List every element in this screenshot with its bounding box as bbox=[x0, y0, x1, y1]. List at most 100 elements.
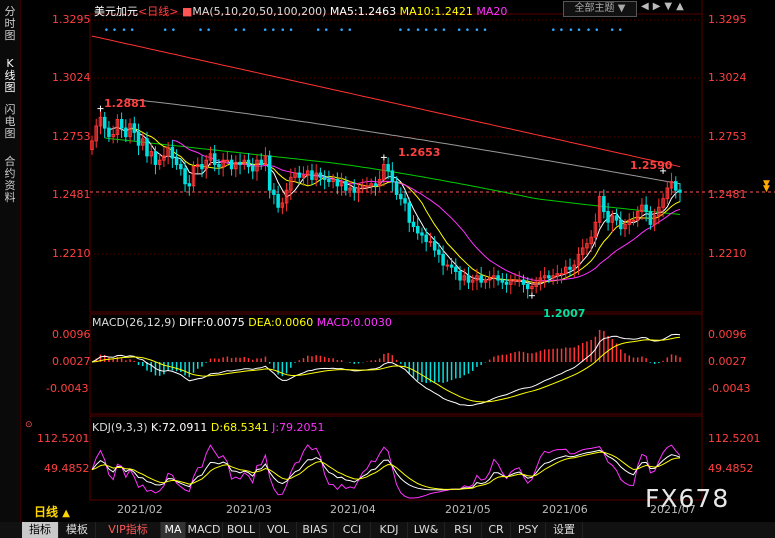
macd-panel-border bbox=[89, 313, 703, 415]
candle-body bbox=[674, 181, 678, 191]
theme-select[interactable]: 全部主题 ▼ bbox=[563, 1, 637, 17]
toolbar-tab-kdj[interactable]: KDJ bbox=[371, 522, 408, 538]
arrow-left-icon[interactable]: ◀ bbox=[641, 1, 653, 12]
candle-body bbox=[124, 127, 128, 138]
candle-body bbox=[496, 275, 500, 281]
candle-body bbox=[259, 159, 263, 165]
toolbar-tab-macd[interactable]: MACD bbox=[186, 522, 223, 538]
toolbar-tab-cr[interactable]: CR bbox=[482, 522, 511, 538]
macd-diff: DIFF:0.0075 bbox=[179, 316, 245, 329]
candle-body bbox=[225, 159, 230, 162]
candle-body bbox=[678, 189, 682, 193]
candle-body bbox=[631, 219, 636, 222]
kdj-axis-left: 112.5201 bbox=[37, 432, 90, 445]
price-axis-right-label: 1.2753 bbox=[708, 130, 747, 143]
toolbar-tab-vol[interactable]: VOL bbox=[260, 522, 297, 538]
candle-body bbox=[428, 241, 433, 244]
ma10-value: MA10:1.2421 bbox=[399, 5, 473, 18]
x-axis-date: 2021/02 bbox=[117, 503, 163, 516]
candle-body bbox=[500, 279, 505, 283]
candle-body bbox=[229, 159, 234, 170]
toolbar-tab-lw[interactable]: LW& bbox=[408, 522, 445, 538]
price-annotations: • • • • • • • • • • • • • • • • • • • • • • • • • • •… bbox=[97, 26, 667, 299]
candle-body bbox=[183, 168, 187, 185]
signal-dot: • • bbox=[568, 26, 581, 36]
candle-body bbox=[454, 266, 458, 272]
arrow-down-icon[interactable]: ▼ bbox=[664, 1, 676, 12]
toolbar-tab-indicator[interactable]: 指标 bbox=[22, 522, 59, 538]
moving-average-lines bbox=[91, 35, 681, 285]
candle-body bbox=[200, 163, 204, 170]
candle-body bbox=[449, 264, 454, 268]
high-annotation: 1.2653 bbox=[398, 146, 441, 159]
macd-axis-left: 0.0096 bbox=[52, 328, 91, 341]
macd-axis-left: -0.0043 bbox=[46, 382, 89, 395]
candle-body bbox=[132, 123, 137, 133]
x-axis-date: 2021/05 bbox=[445, 503, 491, 516]
candle-body bbox=[187, 183, 192, 187]
toolbar-tab-ma[interactable]: MA bbox=[161, 522, 186, 538]
x-axis-date: 2021/04 bbox=[330, 503, 376, 516]
signal-dot: • • bbox=[121, 26, 134, 36]
candle-body bbox=[504, 281, 509, 285]
candle-body bbox=[107, 127, 111, 138]
signal-dot: • • bbox=[398, 26, 411, 36]
macd-panel bbox=[91, 329, 681, 407]
toolbar-tab-boll[interactable]: BOLL bbox=[223, 522, 260, 538]
toolbar-tab-template[interactable]: 模板 bbox=[59, 522, 96, 538]
price-axis-left-label: 1.3295 bbox=[52, 13, 91, 26]
period-switch[interactable]: 日线 ▲ bbox=[34, 503, 70, 520]
kdj-settings-icon[interactable]: ⊙ bbox=[25, 420, 33, 430]
arrow-right-icon[interactable]: ▶ bbox=[653, 1, 665, 12]
signal-dot: • • bbox=[457, 26, 470, 36]
x-axis-date: 2021/06 bbox=[542, 503, 588, 516]
candle-body bbox=[246, 159, 251, 168]
toolbar-tab-cci[interactable]: CCI bbox=[334, 522, 371, 538]
toolbar-tab-settings[interactable]: 设置 bbox=[546, 522, 583, 538]
candle-body bbox=[445, 264, 450, 267]
candle-body bbox=[327, 178, 331, 183]
chart-header: 美元加元<日线> ■MA(5,10,20,50,100,200) MA5:1.2… bbox=[94, 3, 507, 19]
kdj-k-line bbox=[91, 449, 681, 491]
candle-body bbox=[272, 189, 276, 195]
kdj-j-line bbox=[91, 444, 681, 499]
price-axis-left-label: 1.2753 bbox=[52, 130, 91, 143]
arrow-up-icon[interactable]: ▲ bbox=[676, 1, 688, 12]
window-controls: ◀▶▼▲ bbox=[641, 1, 688, 12]
candle-body bbox=[648, 211, 653, 225]
kdj-d-line bbox=[91, 451, 681, 490]
signal-dot: • • bbox=[415, 26, 428, 36]
candle-body bbox=[276, 193, 280, 208]
candle-body bbox=[568, 266, 572, 270]
candle-body bbox=[420, 232, 424, 236]
candle-body bbox=[352, 187, 357, 193]
signal-dot: • • bbox=[586, 26, 599, 36]
toolbar-tab-rsi[interactable]: RSI bbox=[445, 522, 482, 538]
candle-body bbox=[441, 253, 445, 266]
period-label[interactable]: <日线> bbox=[138, 5, 178, 18]
macd-header: MACD(26,12,9) DIFF:0.0075 DEA:0.0060 MAC… bbox=[92, 316, 392, 329]
chevron-down-icon: ▼ bbox=[617, 3, 626, 14]
candle-body bbox=[619, 219, 623, 230]
toolbar-tab-bias[interactable]: BIAS bbox=[297, 522, 334, 538]
kdj-axis-right: 49.4852 bbox=[708, 462, 754, 475]
toolbar-tab-vip[interactable]: VIP指标 bbox=[96, 522, 161, 538]
macd-value: MACD:0.0030 bbox=[316, 316, 392, 329]
ma100-line bbox=[125, 98, 681, 185]
candle-body bbox=[267, 155, 272, 191]
candle-body bbox=[390, 170, 395, 183]
candle-body bbox=[411, 221, 416, 228]
candle-body bbox=[466, 275, 471, 283]
ma-square-icon: ■ bbox=[181, 5, 193, 18]
macd-axis-right: 0.0096 bbox=[708, 328, 747, 341]
toolbar-tab-psy[interactable]: PSY bbox=[511, 522, 546, 538]
period-switch-label: 日线 bbox=[34, 505, 59, 519]
chart-canvas[interactable]: • • • • • • • • • • • • • • • • • • • • • • • • • • •… bbox=[0, 0, 775, 538]
theme-select-label: 全部主题 bbox=[574, 3, 615, 14]
candle-body bbox=[170, 146, 175, 159]
candle-body bbox=[547, 275, 551, 279]
high-annotation: 1.2590 bbox=[630, 159, 673, 172]
candle-body bbox=[521, 279, 526, 285]
candle-body bbox=[432, 241, 437, 251]
candle-body bbox=[513, 279, 517, 282]
